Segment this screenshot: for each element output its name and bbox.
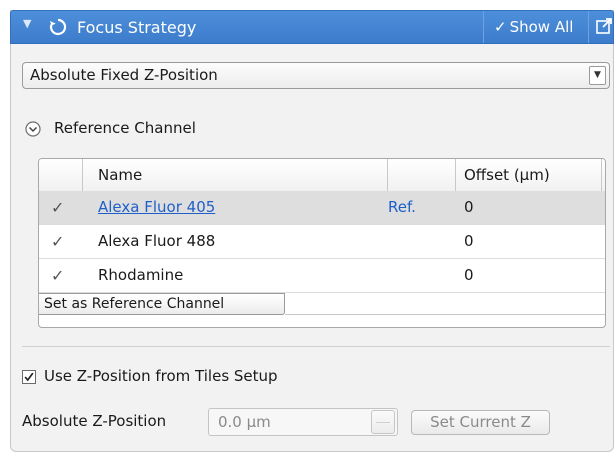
checkmark-icon[interactable]: ✓ xyxy=(51,259,64,292)
panel-title: Focus Strategy xyxy=(77,18,197,37)
use-z-position-checkbox[interactable] xyxy=(22,370,36,384)
show-all-button[interactable]: ✓ Show All xyxy=(483,11,589,43)
offset-value[interactable]: 0 xyxy=(464,225,474,258)
channel-name: Rhodamine xyxy=(98,266,184,284)
panel-header[interactable]: ▼ Focus Strategy ✓ Show All xyxy=(10,10,614,44)
set-current-z-button[interactable]: Set Current Z xyxy=(411,410,550,435)
strategy-select[interactable]: Absolute Fixed Z-Position ▼ xyxy=(22,62,610,89)
channel-name-link[interactable]: Alexa Fluor 405 xyxy=(98,191,215,224)
absolute-z-position-input[interactable]: 0.0 µm xyxy=(208,408,398,436)
show-all-label: Show All xyxy=(509,18,574,36)
checkmark-icon[interactable]: ✓ xyxy=(51,191,64,224)
offset-value[interactable]: 0 xyxy=(464,191,474,224)
reference-channel-table: Name Offset (µm) ✓ Alexa Fluor 405 Ref. … xyxy=(38,158,606,328)
table-footer xyxy=(285,293,605,315)
section-divider xyxy=(22,346,610,347)
z-position-spinner[interactable] xyxy=(371,410,395,434)
absolute-z-position-label: Absolute Z-Position xyxy=(22,412,167,430)
chevron-down-icon[interactable]: ▼ xyxy=(589,66,606,85)
checkmark-icon[interactable]: ✓ xyxy=(51,225,64,258)
column-header-check[interactable] xyxy=(39,159,83,191)
popout-icon[interactable] xyxy=(595,17,613,35)
table-row[interactable]: ✓ Alexa Fluor 405 Ref. 0 xyxy=(39,191,605,225)
table-row[interactable]: ✓ Rhodamine 0 xyxy=(39,259,605,293)
column-header-name[interactable]: Name xyxy=(83,159,388,191)
strategy-select-value: Absolute Fixed Z-Position xyxy=(30,66,218,84)
triangle-down-icon[interactable]: ▼ xyxy=(23,17,31,30)
offset-value[interactable]: 0 xyxy=(464,259,474,292)
reference-channel-label: Reference Channel xyxy=(54,119,196,137)
table-row[interactable]: ✓ Alexa Fluor 488 0 xyxy=(39,225,605,259)
collapse-circle-icon[interactable] xyxy=(24,120,42,138)
reference-marker: Ref. xyxy=(388,198,416,216)
set-reference-channel-button[interactable]: Set as Reference Channel xyxy=(39,293,285,315)
table-header: Name Offset (µm) xyxy=(39,159,605,192)
column-header-offset[interactable]: Offset (µm) xyxy=(456,159,602,191)
column-header-ref[interactable] xyxy=(388,159,456,191)
use-z-position-label[interactable]: Use Z-Position from Tiles Setup xyxy=(44,367,278,385)
checkmark-icon: ✓ xyxy=(494,18,507,36)
channel-name: Alexa Fluor 488 xyxy=(98,232,216,250)
refresh-icon xyxy=(49,18,67,36)
